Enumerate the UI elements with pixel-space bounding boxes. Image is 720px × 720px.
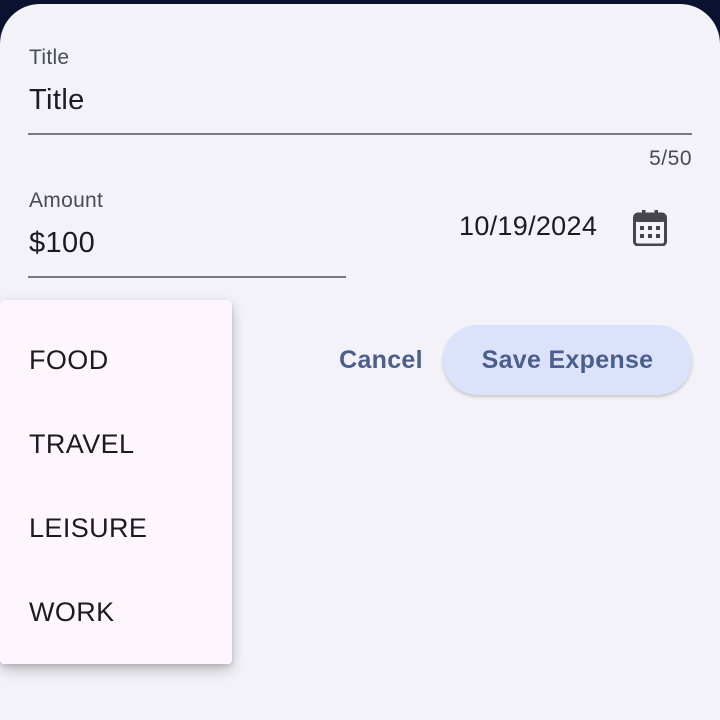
date-picker-button[interactable] bbox=[626, 204, 674, 252]
amount-field-label: Amount bbox=[29, 189, 104, 212]
save-expense-button[interactable]: Save Expense bbox=[443, 325, 692, 395]
menu-item-food[interactable]: FOOD bbox=[0, 318, 232, 402]
selected-date: 10/19/2024 bbox=[459, 211, 598, 241]
calendar-icon bbox=[633, 210, 667, 246]
menu-item-work[interactable]: WORK bbox=[0, 570, 232, 654]
expense-form-sheet: Title 5/50 Amount 10/19/2024 Cancel Save… bbox=[0, 4, 720, 720]
category-dropdown-menu: FOOD TRAVEL LEISURE WORK bbox=[0, 300, 232, 664]
amount-underline bbox=[28, 276, 346, 278]
title-underline bbox=[28, 133, 692, 135]
title-input[interactable] bbox=[29, 82, 689, 118]
cancel-button[interactable]: Cancel bbox=[322, 325, 440, 395]
menu-item-leisure[interactable]: LEISURE bbox=[0, 486, 232, 570]
title-char-counter: 5/50 bbox=[649, 147, 692, 170]
menu-item-travel[interactable]: TRAVEL bbox=[0, 402, 232, 486]
amount-input[interactable] bbox=[29, 225, 339, 261]
title-field-label: Title bbox=[29, 46, 70, 69]
